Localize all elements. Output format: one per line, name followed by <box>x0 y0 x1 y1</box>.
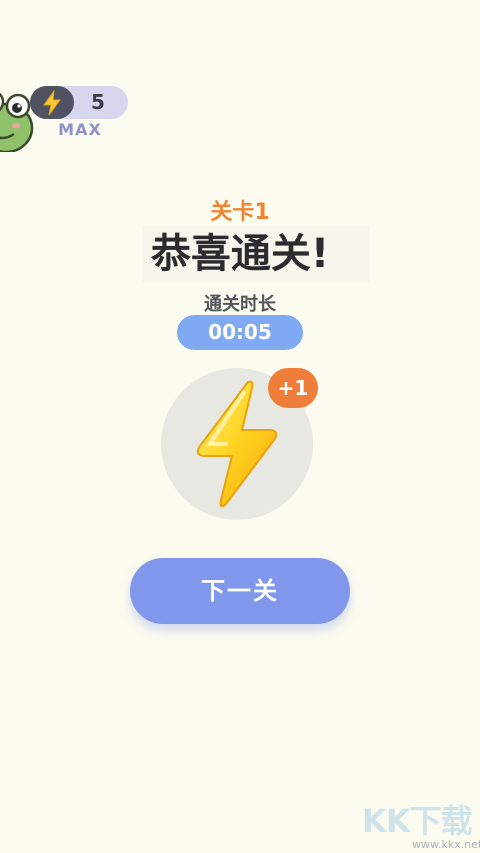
clear-time-value: 00:05 <box>177 315 303 350</box>
watermark-logo: KK下载 <box>362 802 473 840</box>
energy-icon-badge <box>30 86 74 119</box>
frog-icon[interactable] <box>0 84 36 152</box>
next-level-button[interactable]: 下一关 <box>130 558 350 624</box>
watermark-url: www.kkx.net <box>412 838 480 851</box>
clear-time-label: 通关时长 <box>204 294 276 315</box>
energy-count: 5 <box>91 90 105 114</box>
congrats-title: 恭喜通关! <box>150 231 330 277</box>
reward-plus-badge: +1 <box>268 368 318 408</box>
energy-max-label: MAX <box>58 120 102 139</box>
lightning-bolt-icon <box>43 89 61 115</box>
level-label: 关卡1 <box>210 200 270 225</box>
